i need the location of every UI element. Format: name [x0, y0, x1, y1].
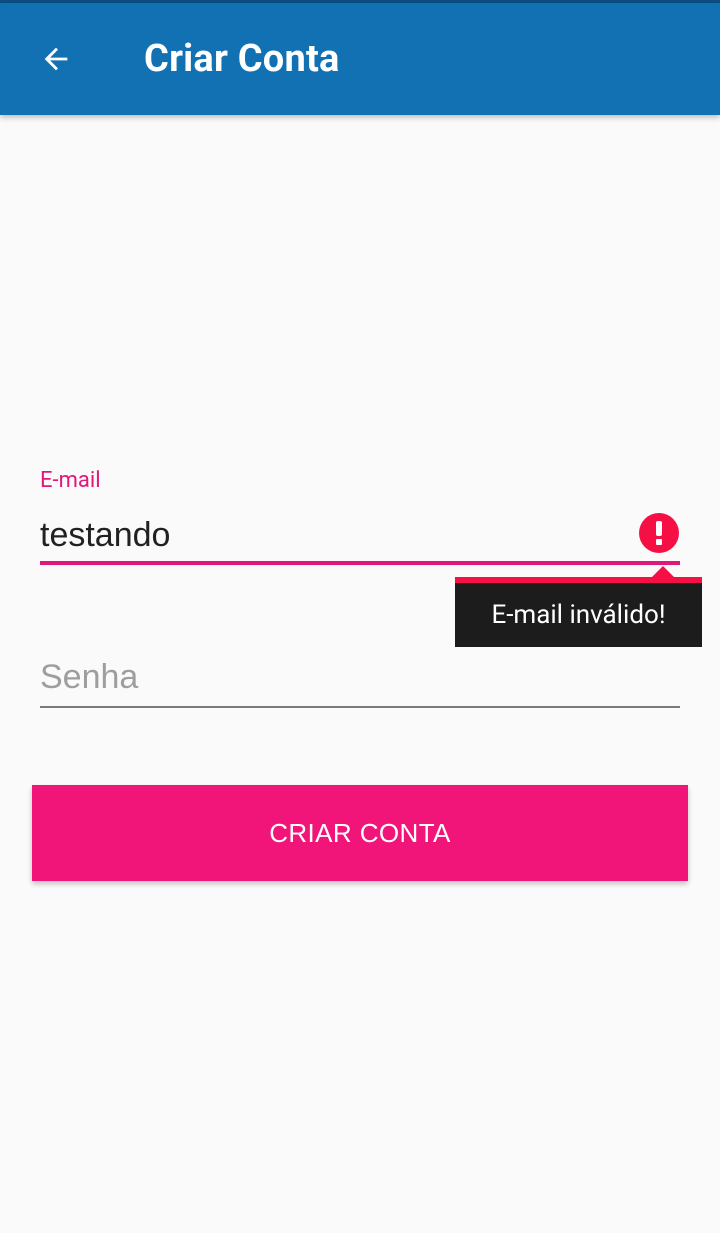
email-error-message: E-mail inválido! [491, 600, 666, 630]
password-underline [40, 706, 680, 708]
email-label: E-mail [40, 468, 101, 493]
create-account-button[interactable]: CRIAR CONTA [32, 785, 688, 881]
app-bar: Criar Conta [0, 3, 720, 115]
email-input[interactable] [40, 510, 630, 560]
email-error-popup: E-mail inválido! [455, 577, 702, 647]
error-exclamation-icon [639, 513, 679, 553]
arrow-back-icon [44, 47, 68, 71]
page-title: Criar Conta [144, 37, 340, 81]
error-popup-pointer [652, 566, 674, 577]
back-button[interactable] [22, 25, 90, 93]
email-underline [40, 561, 680, 565]
password-input[interactable] [40, 652, 680, 702]
